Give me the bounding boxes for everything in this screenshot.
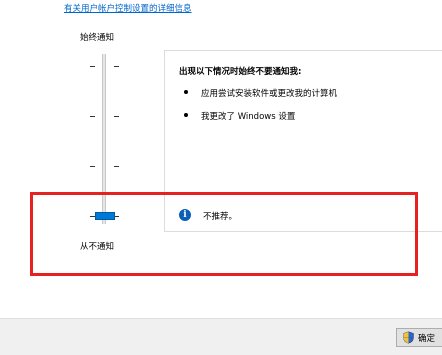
slider-tick	[114, 116, 119, 117]
list-item-text: 我更改了 Windows 设置	[201, 112, 296, 122]
dialog-button-bar: 确定	[0, 318, 442, 355]
slider-tick	[90, 116, 95, 117]
ok-button[interactable]: 确定	[396, 328, 442, 347]
slider-label-always-notify: 始终通知	[80, 33, 115, 43]
info-icon: i	[179, 209, 191, 221]
bullet-icon	[184, 90, 188, 94]
notification-level-slider[interactable]	[80, 54, 128, 230]
slider-tick	[90, 66, 95, 67]
slider-thumb[interactable]	[95, 212, 115, 220]
bullet-icon	[184, 113, 188, 117]
slider-track[interactable]	[102, 54, 106, 224]
uac-settings-page: 有关用户帐户控制设置的详细信息 始终通知 从不通知 出现以下情况时始终不要通知我…	[0, 0, 442, 355]
setting-effects-list: 应用尝试安装软件或更改我的计算机 我更改了 Windows 设置	[179, 87, 337, 133]
ok-button-label: 确定	[418, 334, 436, 344]
slider-tick	[90, 166, 95, 167]
list-item-text: 应用尝试安装软件或更改我的计算机	[201, 89, 338, 99]
slider-tick	[114, 66, 119, 67]
uac-help-link[interactable]: 有关用户帐户控制设置的详细信息	[64, 2, 192, 14]
slider-tick	[114, 166, 119, 167]
shield-icon	[403, 331, 414, 344]
list-item: 我更改了 Windows 设置	[179, 110, 337, 133]
list-item: 应用尝试安装软件或更改我的计算机	[179, 87, 337, 110]
recommendation-text: 不推荐。	[203, 212, 238, 222]
slider-label-never-notify: 从不通知	[80, 242, 115, 252]
panel-title: 出现以下情况时始终不要通知我:	[179, 67, 302, 77]
setting-description-panel: 出现以下情况时始终不要通知我: 应用尝试安装软件或更改我的计算机 我更改了 Wi…	[164, 50, 442, 232]
